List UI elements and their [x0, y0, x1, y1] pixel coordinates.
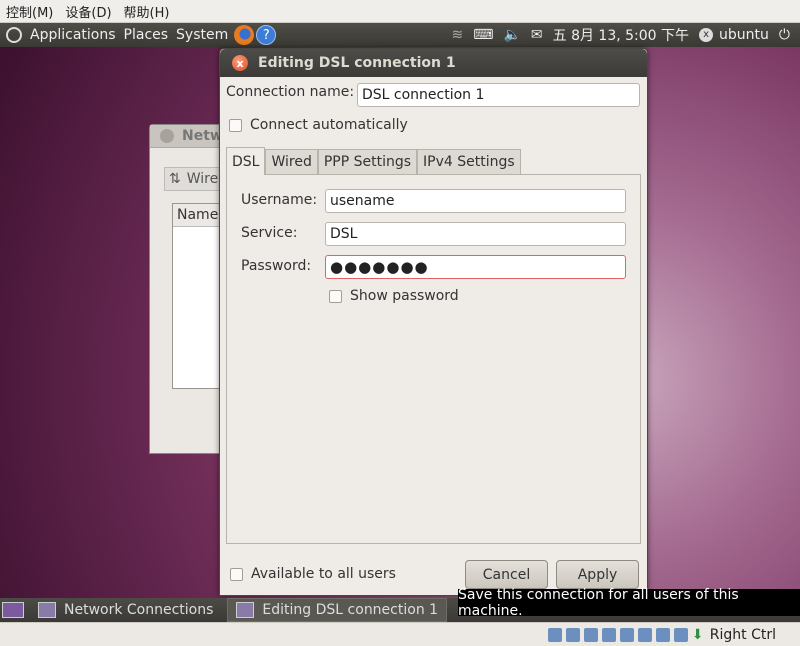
show-password-row[interactable]: Show password: [329, 288, 459, 304]
network-connections-icon: [38, 602, 56, 618]
service-label: Service:: [241, 225, 297, 241]
password-label: Password:: [241, 258, 311, 274]
display-icon[interactable]: [638, 628, 652, 642]
top-panel: Applications Places System ? ≋ ⌨ 🔈 ✉ 五 8…: [0, 23, 800, 47]
cancel-button[interactable]: Cancel: [465, 560, 548, 589]
connection-name-row: Connection name:: [226, 84, 354, 100]
capture-icon[interactable]: [674, 628, 688, 642]
user-name[interactable]: ubuntu: [719, 27, 769, 43]
vbox-menu-devices[interactable]: 设备(D): [65, 2, 111, 21]
hard-disk-icon[interactable]: [548, 628, 562, 642]
background-close-icon[interactable]: [160, 129, 174, 143]
apply-button[interactable]: Apply: [556, 560, 639, 589]
tab-dsl[interactable]: DSL: [226, 147, 265, 175]
editing-dsl-icon: [236, 602, 254, 618]
tab-wired[interactable]: Wired: [265, 149, 317, 174]
optical-drive-icon[interactable]: [566, 628, 580, 642]
username-label: Username:: [241, 192, 317, 208]
dsl-tab-page: Username: Service: Password: Show passwo…: [226, 174, 641, 544]
dialog-titlebar: x Editing DSL connection 1: [220, 49, 647, 77]
mouse-integration-icon[interactable]: [656, 628, 670, 642]
host-key-arrow-icon: ⬇: [692, 628, 706, 642]
apply-tooltip: Save this connection for all users of th…: [458, 589, 800, 616]
vbox-menubar: 控制(M) 设备(D) 帮助(H): [0, 0, 800, 23]
edit-connection-dialog: x Editing DSL connection 1 Connection na…: [219, 48, 648, 596]
mail-icon[interactable]: ✉: [531, 27, 543, 43]
service-input[interactable]: [325, 222, 626, 246]
clock[interactable]: 五 8月 13, 5:00 下午: [553, 25, 689, 45]
network-adapter-icon[interactable]: [620, 628, 634, 642]
usb-icon[interactable]: [584, 628, 598, 642]
tab-ipv4-settings[interactable]: IPv4 Settings: [417, 149, 521, 174]
dialog-title: Editing DSL connection 1: [258, 55, 456, 71]
applications-menu[interactable]: Applications: [30, 27, 116, 43]
wired-icon: ⇅: [169, 171, 181, 187]
taskbar-item-editing-dsl[interactable]: Editing DSL connection 1: [227, 598, 447, 622]
session-icon[interactable]: x: [699, 28, 713, 42]
available-all-users-row[interactable]: Available to all users: [230, 566, 396, 582]
connect-automatically-label: Connect automatically: [250, 117, 408, 133]
vbox-menu-control[interactable]: 控制(M): [6, 2, 53, 21]
connection-name-label: Connection name:: [226, 84, 354, 100]
show-desktop-icon[interactable]: [2, 602, 24, 618]
places-menu[interactable]: Places: [124, 27, 169, 43]
connect-automatically-row[interactable]: Connect automatically: [229, 117, 408, 133]
username-input[interactable]: [325, 189, 626, 213]
power-icon[interactable]: ⏻: [779, 27, 790, 43]
system-tray: ≋ ⌨ 🔈 ✉ 五 8月 13, 5:00 下午 x ubuntu ⏻: [442, 23, 800, 47]
vbox-statusbar: ⬇ Right Ctrl: [0, 622, 800, 646]
shared-folders-icon[interactable]: [602, 628, 616, 642]
available-all-users-label: Available to all users: [251, 566, 396, 582]
help-icon[interactable]: ?: [256, 25, 276, 45]
connection-name-input[interactable]: [357, 83, 640, 107]
system-menu[interactable]: System: [176, 27, 228, 43]
background-title: Netw: [182, 128, 223, 144]
host-key-label: Right Ctrl: [710, 627, 776, 643]
close-icon[interactable]: x: [232, 55, 248, 71]
taskbar-item-network-connections[interactable]: Network Connections: [30, 599, 221, 621]
firefox-icon[interactable]: [234, 25, 254, 45]
available-all-users-checkbox[interactable]: [230, 568, 243, 581]
tab-ppp-settings[interactable]: PPP Settings: [318, 149, 417, 174]
keyboard-icon[interactable]: ⌨: [473, 27, 493, 43]
ubuntu-logo-icon[interactable]: [6, 27, 22, 43]
volume-icon[interactable]: 🔈: [503, 27, 520, 43]
network-icon[interactable]: ≋: [452, 27, 464, 43]
vbox-menu-help[interactable]: 帮助(H): [124, 2, 170, 21]
show-password-label: Show password: [350, 288, 459, 304]
password-input[interactable]: [325, 255, 626, 279]
connect-automatically-checkbox[interactable]: [229, 119, 242, 132]
show-password-checkbox[interactable]: [329, 290, 342, 303]
tab-bar: DSL Wired PPP Settings IPv4 Settings: [226, 147, 521, 175]
